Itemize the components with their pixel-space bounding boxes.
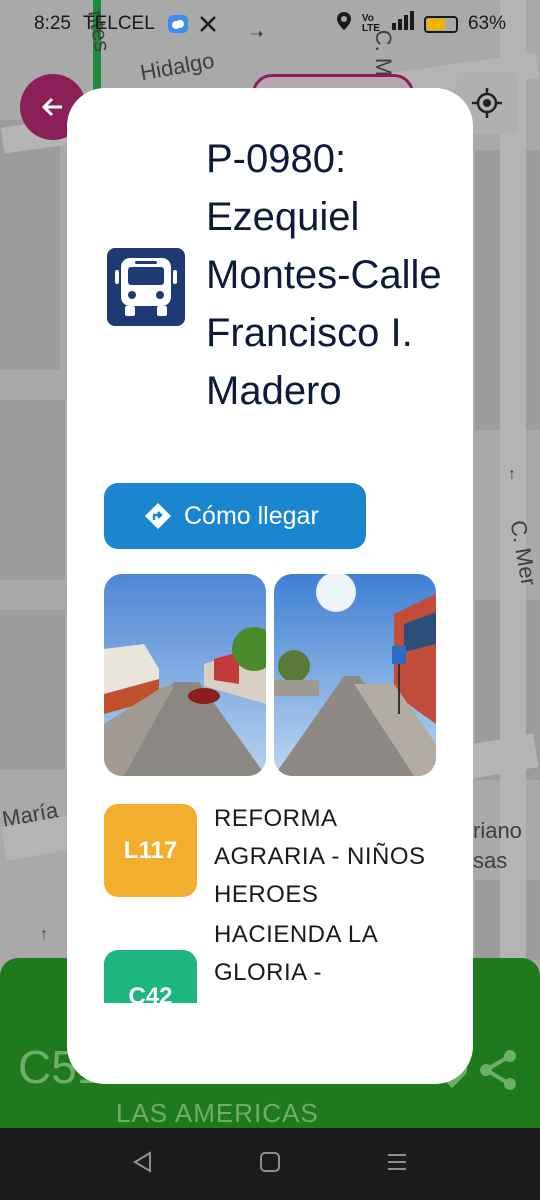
arrow-left-icon (41, 97, 62, 117)
status-time: 8:25 (34, 13, 71, 34)
one-way-arrow-icon: ↑ (508, 466, 516, 483)
battery-percent: 63% (467, 13, 506, 34)
map-block (0, 120, 60, 370)
line-name: HACIENDA LA GLORIA - (214, 921, 377, 986)
volte-icon: Vo LTE (361, 13, 380, 34)
status-carrier: TELCEL (82, 13, 155, 34)
crosshair-icon (472, 88, 502, 118)
directions-label: Cómo llegar (184, 501, 319, 530)
status-bar: 8:25 TELCEL Vo LTE 63% (0, 0, 540, 48)
signal-icon (390, 11, 414, 37)
battery-icon (423, 15, 458, 33)
triangle-back-icon (133, 1150, 152, 1173)
map-block (0, 610, 65, 770)
nav-recents-button[interactable] (385, 1150, 409, 1179)
system-navigation-bar (0, 1128, 540, 1200)
line-badge: C42 (104, 950, 197, 1003)
bus-icon (107, 248, 185, 326)
one-way-arrow-icon: ↑ (40, 926, 48, 943)
route-name: LAS AMERICAS (116, 1098, 319, 1128)
menu-lines-icon (387, 1153, 406, 1170)
battery-level-fill (426, 18, 445, 30)
street-view-photo[interactable] (104, 574, 266, 776)
street-label-sas: sas (473, 848, 508, 873)
line-badge: L117 (104, 804, 197, 897)
share-icon[interactable] (476, 1048, 520, 1097)
location-icon (336, 11, 352, 37)
nav-home-button[interactable] (258, 1150, 282, 1179)
x-app-icon (199, 15, 217, 33)
stop-detail-dialog: P-0980: Ezequiel Montes-Calle Francisco … (67, 88, 473, 1084)
street-view-photo[interactable] (274, 574, 436, 776)
lines-list[interactable]: L117 REFORMA AGRARIA - NIÑOS HEROES C42 … (67, 788, 473, 1003)
street-label-mariano: riano (473, 818, 522, 843)
stop-title: P-0980: Ezequiel Montes-Calle Francisco … (206, 137, 442, 413)
map-block (0, 400, 65, 580)
directions-button[interactable]: Cómo llegar (104, 483, 366, 549)
street-label-hidalgo: Hidalgo (138, 47, 217, 86)
weather-app-icon (167, 14, 189, 34)
square-home-icon (259, 1151, 280, 1172)
line-name: REFORMA AGRARIA - NIÑOS HEROES (214, 805, 426, 908)
directions-icon (145, 503, 171, 529)
nav-back-button[interactable] (131, 1150, 155, 1179)
